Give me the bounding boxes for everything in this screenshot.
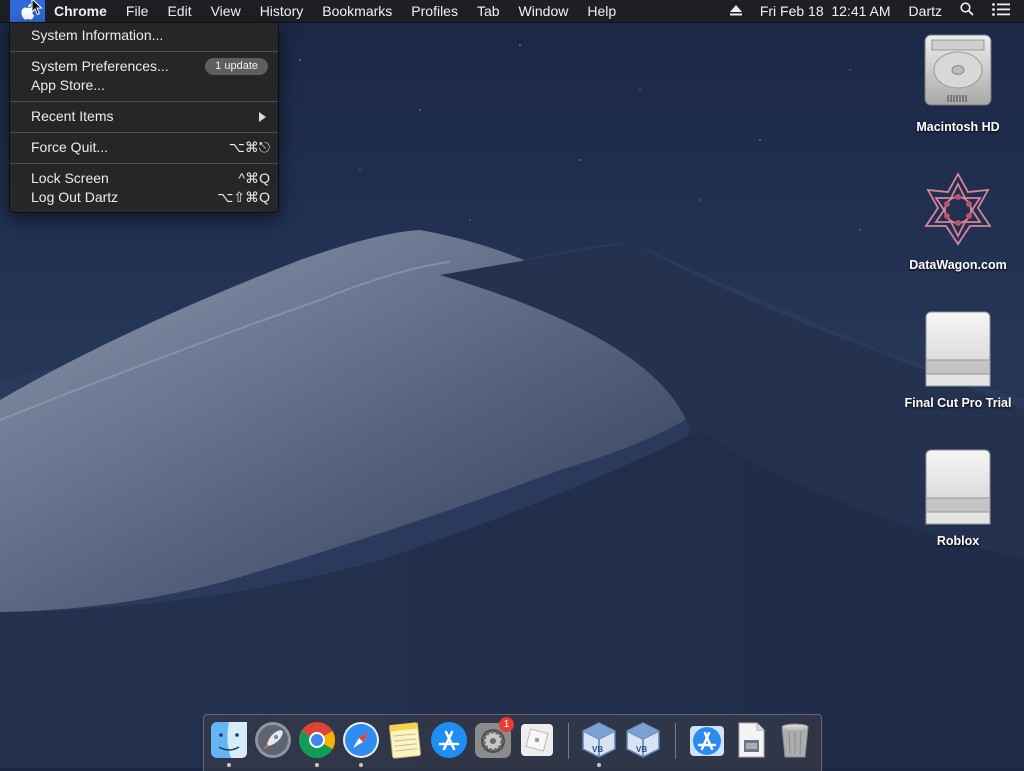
launchpad-rocket-icon (255, 722, 291, 758)
svg-text:VB: VB (636, 745, 647, 754)
shortcut-label: ⌥⌘⎋ (228, 139, 270, 155)
virtualbox-icon: VB (582, 722, 616, 758)
dock-system-preferences[interactable]: 1 (473, 717, 514, 760)
dock-virtualbox[interactable]: VB (579, 720, 619, 760)
menu-separator (10, 132, 278, 133)
trash-icon (781, 723, 809, 758)
dock-notes[interactable] (385, 720, 425, 760)
menu-edit[interactable]: Edit (167, 0, 191, 22)
hard-drive-icon (924, 34, 992, 106)
dock-virtualbox-2[interactable]: VB (623, 720, 663, 760)
menu-app-chrome[interactable]: Chrome (54, 0, 107, 22)
menu-item-label: System Information... (31, 27, 164, 43)
desktop-icon-label: Final Cut Pro Trial (904, 396, 1012, 410)
dock: 1 VB VB (203, 714, 822, 771)
dock-roblox[interactable] (517, 720, 557, 760)
mouse-cursor-icon (31, 0, 43, 16)
menubar-clock[interactable]: Fri Feb 18 12:41 AM (760, 0, 891, 22)
virtualbox-icon: VB (626, 722, 660, 758)
menu-profiles[interactable]: Profiles (411, 0, 458, 22)
apple-menu-dropdown: System Information... System Preferences… (9, 22, 279, 213)
dock-separator (675, 723, 676, 759)
desktop-icon-macintosh-hd[interactable]: Macintosh HD (898, 32, 1018, 134)
spotlight-search-icon[interactable] (960, 0, 974, 22)
disk-image-icon (925, 449, 991, 525)
shortcut-label: ^⌘Q (238, 170, 270, 186)
app-store-icon (431, 722, 467, 758)
desktop-icon-datawagon[interactable]: DataWagon.com (898, 170, 1018, 272)
disk-image-icon (925, 311, 991, 387)
finder-icon (211, 722, 247, 758)
menu-item-system-information[interactable]: System Information... (10, 26, 278, 45)
roblox-icon (521, 724, 553, 756)
datawagon-icon (924, 172, 992, 246)
applications-folder-icon (690, 726, 724, 756)
menu-separator (10, 163, 278, 164)
menu-view[interactable]: View (211, 0, 241, 22)
chrome-icon (299, 722, 335, 759)
notification-badge: 1 (499, 717, 514, 732)
dock-launchpad[interactable] (253, 720, 293, 760)
eject-icon[interactable] (729, 0, 742, 22)
running-indicator (597, 763, 601, 767)
menu-bar: Chrome File Edit View History Bookmarks … (0, 0, 1024, 22)
menu-file[interactable]: File (126, 0, 149, 22)
menu-item-lock-screen[interactable]: Lock Screen ^⌘Q (10, 169, 278, 188)
menu-item-label: App Store... (31, 77, 105, 93)
menu-item-label: Force Quit... (31, 139, 109, 155)
menu-item-label: System Preferences... (31, 58, 169, 74)
shortcut-label: ⌥⇧⌘Q (217, 189, 270, 205)
menu-separator (10, 51, 278, 52)
submenu-arrow-icon (259, 112, 266, 122)
menu-item-label: Lock Screen (31, 170, 109, 186)
safari-compass-icon (343, 722, 379, 758)
menu-item-force-quit[interactable]: Force Quit... ⌥⌘⎋ (10, 138, 278, 157)
running-indicator (359, 763, 363, 767)
notification-center-icon[interactable] (992, 0, 1010, 22)
dock-trash[interactable] (775, 720, 815, 760)
running-indicator (315, 763, 319, 767)
menu-history[interactable]: History (260, 0, 304, 22)
dock-separator (568, 723, 569, 759)
dock-safari[interactable] (341, 720, 381, 760)
menubar-user[interactable]: Dartz (909, 0, 942, 22)
desktop-icon-label: Macintosh HD (916, 120, 1000, 134)
dock-app-store[interactable] (429, 720, 469, 760)
menu-item-label: Recent Items (31, 108, 114, 124)
documents-stack-icon (738, 722, 765, 758)
dock-google-chrome[interactable] (297, 720, 337, 760)
dock-applications-folder[interactable] (687, 720, 727, 760)
update-badge: 1 update (205, 58, 268, 75)
menu-window[interactable]: Window (519, 0, 569, 22)
menu-item-recent-items[interactable]: Recent Items (10, 107, 278, 126)
menu-tab[interactable]: Tab (477, 0, 500, 22)
menu-help[interactable]: Help (587, 0, 616, 22)
running-indicator (227, 763, 231, 767)
desktop-icon-label: Roblox (936, 534, 980, 548)
svg-text:VB: VB (592, 745, 603, 754)
menu-item-app-store[interactable]: App Store... (10, 76, 278, 95)
menu-bookmarks[interactable]: Bookmarks (322, 0, 392, 22)
dock-finder[interactable] (209, 720, 249, 760)
notes-icon (389, 722, 422, 759)
menu-item-system-preferences[interactable]: System Preferences... 1 update (10, 57, 278, 76)
desktop-icon-final-cut-pro-trial[interactable]: Final Cut Pro Trial (898, 308, 1018, 410)
dock-documents[interactable] (731, 720, 771, 760)
menu-item-label: Log Out Dartz (31, 189, 119, 205)
desktop-icon-roblox[interactable]: Roblox (898, 446, 1018, 548)
menu-separator (10, 101, 278, 102)
menu-item-log-out[interactable]: Log Out Dartz ⌥⇧⌘Q (10, 188, 278, 207)
desktop-icon-label: DataWagon.com (909, 258, 1007, 272)
